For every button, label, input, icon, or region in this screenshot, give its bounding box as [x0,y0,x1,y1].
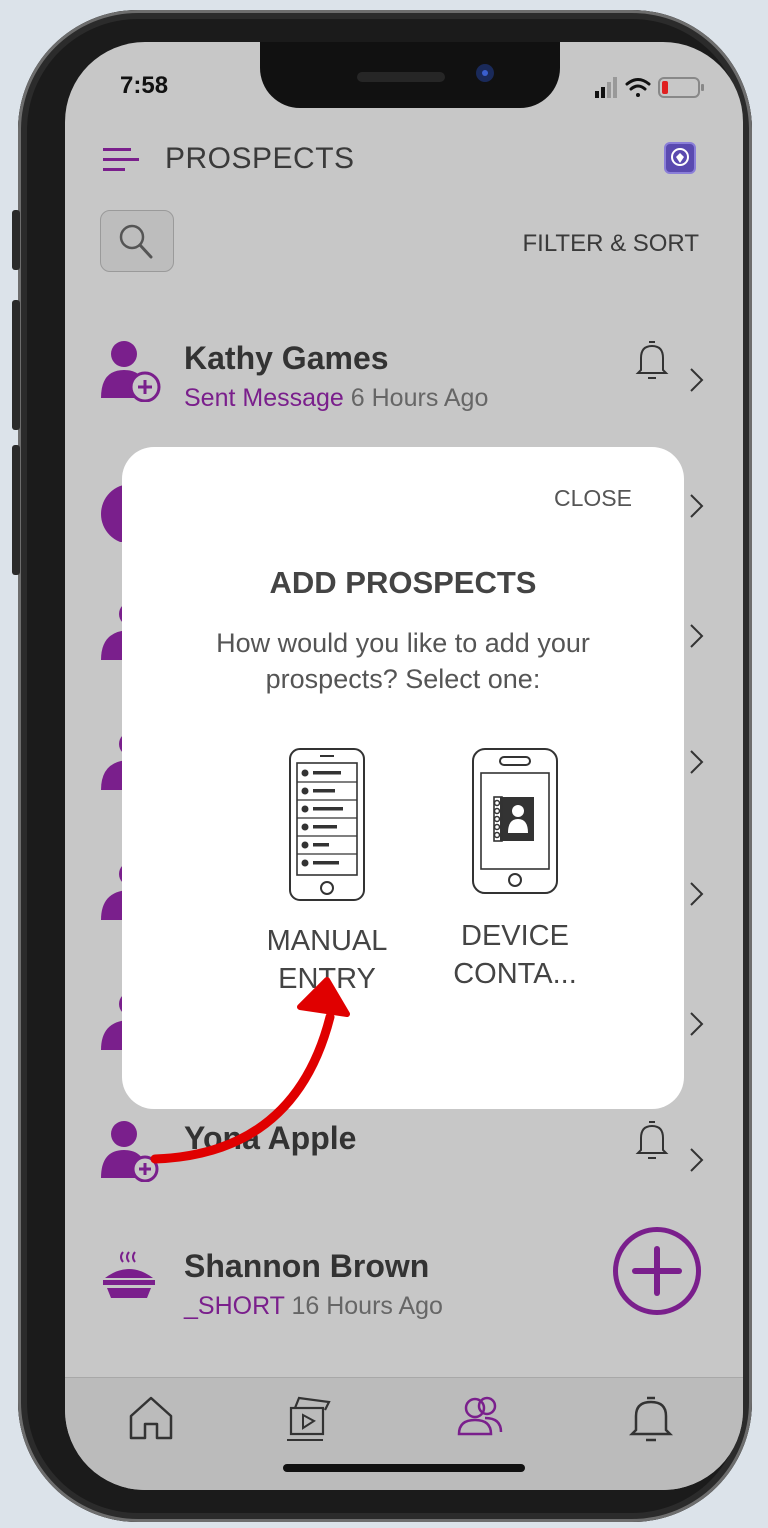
device-contacts-icon [472,748,558,894]
speaker [357,72,445,82]
chevron-right-icon [687,622,707,650]
option-label: ENTRY [278,963,376,995]
wifi-icon [625,78,651,97]
people-icon[interactable] [451,1388,511,1448]
prospect-name: Yona Apple [184,1120,357,1156]
prospect-row[interactable]: Yona Apple [65,1120,743,1230]
chevron-right-icon [687,748,707,776]
device-contacts-option[interactable]: DEVICE CONTA... [430,747,600,993]
add-contact-avatar-icon [101,340,161,403]
option-label: CONTA... [453,958,577,990]
chevron-right-icon [687,492,707,520]
modal-description: How would you like to add your prospects… [216,628,590,694]
filter-sort-button[interactable]: FILTER & SORT [523,230,699,258]
plus-icon [632,1246,682,1296]
activity-type: _SHORT [184,1292,285,1320]
camera [476,64,494,82]
home-icon[interactable] [121,1388,181,1448]
add-prospect-fab[interactable] [613,1227,701,1315]
prospect-activity: _SHORT 16 Hours Ago [184,1292,443,1321]
prospect-row[interactable]: Kathy Games Sent Message 6 Hours Ago [65,340,743,450]
volume-up-button [12,300,20,430]
add-prospects-modal: CLOSE ADD PROSPECTS How would you like t… [122,447,684,1109]
chevron-right-icon [687,880,707,908]
prospect-name: Shannon Brown [184,1248,430,1284]
page-title: PROSPECTS [165,142,355,175]
media-icon[interactable] [281,1388,341,1448]
manual-entry-option[interactable]: MANUAL ENTRY [242,747,412,998]
home-indicator[interactable] [283,1464,525,1472]
chevron-right-icon [687,366,707,394]
option-label: DEVICE [461,920,569,952]
chevron-right-icon [687,1010,707,1038]
status-icons [595,74,715,100]
activity-time: 16 Hours Ago [291,1292,443,1320]
pie-avatar-icon [101,1248,161,1310]
menu-icon[interactable] [103,144,139,176]
bottom-tab-bar [65,1377,743,1490]
search-icon [119,224,153,259]
mute-switch [12,210,20,270]
manual-entry-list-icon [289,748,365,901]
prospect-name: Kathy Games [184,340,389,376]
search-button[interactable] [100,210,174,272]
brand-logo-icon[interactable] [664,142,696,174]
volume-down-button [12,445,20,575]
modal-title: ADD PROSPECTS [269,565,537,600]
chevron-right-icon [687,1146,707,1174]
reminder-bell-icon[interactable] [635,1120,669,1160]
activity-type: Sent Message [184,384,344,412]
add-contact-avatar-icon [101,1120,161,1183]
notch [260,42,560,108]
prospect-activity: Sent Message 6 Hours Ago [184,384,488,413]
status-time: 7:58 [120,72,169,99]
battery-icon [658,77,704,98]
activity-time: 6 Hours Ago [350,384,489,412]
app-screen: 7:58 PROSPECTS FILTER & SORT Kathy Games… [65,42,743,1490]
reminder-bell-icon[interactable] [635,340,669,380]
bell-icon[interactable] [621,1388,681,1448]
close-button[interactable]: CLOSE [554,485,632,512]
signal-icon [595,77,617,98]
option-label: MANUAL [266,925,388,957]
